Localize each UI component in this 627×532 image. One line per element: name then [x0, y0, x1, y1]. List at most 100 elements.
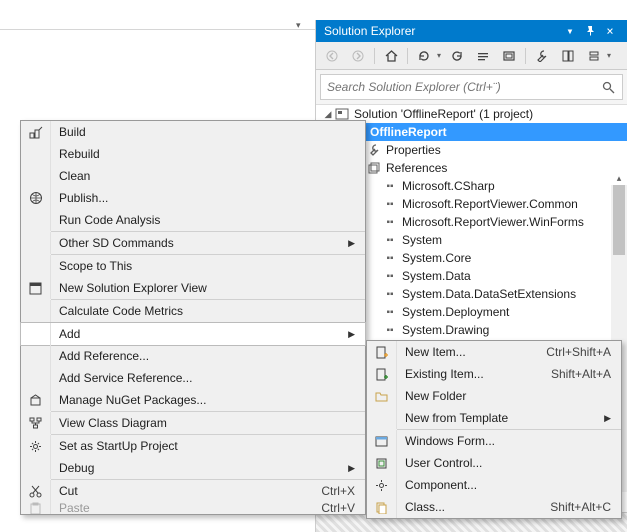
submenu-arrow-icon: ▶: [348, 329, 365, 340]
menu-label: Cut: [51, 484, 321, 498]
menu-label: Paste: [51, 502, 321, 514]
menu-build[interactable]: Build: [21, 121, 365, 143]
menu-shortcut: Shift+Alt+C: [550, 500, 621, 514]
reference-icon: ▪▪: [382, 269, 398, 283]
menu-clean[interactable]: Clean: [21, 165, 365, 187]
submenu-existing-item[interactable]: Existing Item... Shift+Alt+A: [367, 363, 621, 385]
project-context-menu: Build Rebuild Clean Publish... Run Code …: [20, 120, 366, 515]
tree-label: System: [402, 233, 442, 247]
submenu-new-item[interactable]: New Item... Ctrl+Shift+A: [367, 341, 621, 363]
dropdown-icon[interactable]: ▾: [437, 51, 441, 60]
menu-add-reference[interactable]: Add Reference...: [21, 345, 365, 367]
tree-label: Solution 'OfflineReport' (1 project): [354, 107, 533, 121]
show-all-icon[interactable]: [499, 46, 519, 66]
refresh-icon[interactable]: [447, 46, 467, 66]
properties-icon[interactable]: [532, 46, 552, 66]
dropdown-icon[interactable]: ▾: [607, 51, 611, 60]
menu-label: Manage NuGet Packages...: [51, 393, 365, 407]
submenu-component[interactable]: Component...: [367, 474, 621, 496]
menu-debug[interactable]: Debug ▶: [21, 457, 365, 479]
reference-icon: ▪▪: [382, 251, 398, 265]
menu-label: Existing Item...: [397, 367, 551, 381]
publish-icon: [21, 187, 51, 209]
menu-new-view[interactable]: New Solution Explorer View: [21, 277, 365, 299]
menu-label: Debug: [51, 461, 348, 475]
submenu-user-control[interactable]: User Control...: [367, 452, 621, 474]
editor-dropdown-icon[interactable]: ▾: [296, 20, 301, 31]
menu-class-diagram[interactable]: View Class Diagram: [21, 412, 365, 434]
paste-icon: [21, 502, 51, 514]
submenu-new-folder[interactable]: New Folder: [367, 385, 621, 407]
menu-add[interactable]: Add ▶: [21, 323, 365, 345]
gear-icon: [21, 435, 51, 457]
menu-label: New from Template: [397, 411, 604, 425]
menu-metrics[interactable]: Calculate Code Metrics: [21, 300, 365, 322]
menu-publish[interactable]: Publish...: [21, 187, 365, 209]
submenu-windows-form[interactable]: Windows Form...: [367, 430, 621, 452]
existing-item-icon: [367, 363, 397, 385]
home-icon[interactable]: [381, 46, 401, 66]
blank-icon: [367, 407, 397, 429]
collapse-icon[interactable]: [473, 46, 493, 66]
blank-icon: [21, 255, 51, 277]
menu-label: Calculate Code Metrics: [51, 304, 365, 318]
wrench-icon: [366, 143, 382, 157]
scrollbar-thumb[interactable]: [613, 185, 625, 255]
tree-label: Microsoft.ReportViewer.WinForms: [402, 215, 584, 229]
menu-label: Clean: [51, 169, 365, 183]
submenu-from-template[interactable]: New from Template ▶: [367, 407, 621, 429]
submenu-arrow-icon: ▶: [348, 463, 365, 474]
search-input[interactable]: [321, 80, 602, 94]
menu-add-service[interactable]: Add Service Reference...: [21, 367, 365, 389]
panel-title: Solution Explorer: [324, 20, 559, 42]
menu-label: Class...: [397, 500, 550, 514]
back-icon[interactable]: [322, 46, 342, 66]
menu-run-analysis[interactable]: Run Code Analysis: [21, 209, 365, 231]
panel-search[interactable]: [320, 74, 623, 100]
submenu-class[interactable]: Class... Shift+Alt+C: [367, 496, 621, 518]
submenu-arrow-icon: ▶: [604, 413, 621, 424]
menu-nuget[interactable]: Manage NuGet Packages...: [21, 389, 365, 411]
new-view-icon: [21, 277, 51, 299]
reference-icon: ▪▪: [382, 215, 398, 229]
menu-label: New Item...: [397, 345, 546, 359]
folder-icon: [367, 385, 397, 407]
close-icon[interactable]: ×: [601, 22, 619, 40]
references-icon: [366, 161, 382, 175]
tree-label: Properties: [386, 143, 441, 157]
add-submenu: New Item... Ctrl+Shift+A Existing Item..…: [366, 340, 622, 519]
menu-label: Add Service Reference...: [51, 371, 365, 385]
forward-icon[interactable]: [348, 46, 368, 66]
view-icon[interactable]: [584, 46, 604, 66]
menu-label: View Class Diagram: [51, 416, 365, 430]
menu-other-sd[interactable]: Other SD Commands ▶: [21, 232, 365, 254]
reference-icon: ▪▪: [382, 233, 398, 247]
menu-label: Add: [51, 327, 348, 341]
toolbar-separator: [407, 48, 408, 64]
menu-shortcut: Ctrl+V: [321, 502, 365, 514]
editor-divider: [0, 28, 315, 30]
menu-shortcut: Ctrl+Shift+A: [546, 345, 621, 359]
menu-label: Component...: [397, 478, 621, 492]
tree-label: System.Core: [402, 251, 471, 265]
pin-icon[interactable]: [581, 22, 599, 40]
panel-toolbar: ▾ ▾: [316, 42, 627, 70]
preview-icon[interactable]: [558, 46, 578, 66]
tree-label: System.Data: [402, 269, 471, 283]
search-icon[interactable]: [602, 81, 622, 94]
menu-scope[interactable]: Scope to This: [21, 255, 365, 277]
menu-rebuild[interactable]: Rebuild: [21, 143, 365, 165]
tree-label: Microsoft.CSharp: [402, 179, 495, 193]
toolbar-separator: [374, 48, 375, 64]
menu-startup[interactable]: Set as StartUp Project: [21, 435, 365, 457]
tree-label: System.Data.DataSetExtensions: [402, 287, 576, 301]
menu-label: Scope to This: [51, 259, 365, 273]
blank-icon: [21, 143, 51, 165]
scroll-up-icon[interactable]: ▴: [611, 171, 627, 185]
sync-icon[interactable]: [414, 46, 434, 66]
blank-icon: [21, 300, 51, 322]
menu-cut[interactable]: Cut Ctrl+X: [21, 480, 365, 502]
collapse-icon[interactable]: ◢: [322, 109, 334, 120]
reference-icon: ▪▪: [382, 197, 398, 211]
dropdown-icon[interactable]: ▾: [561, 22, 579, 40]
